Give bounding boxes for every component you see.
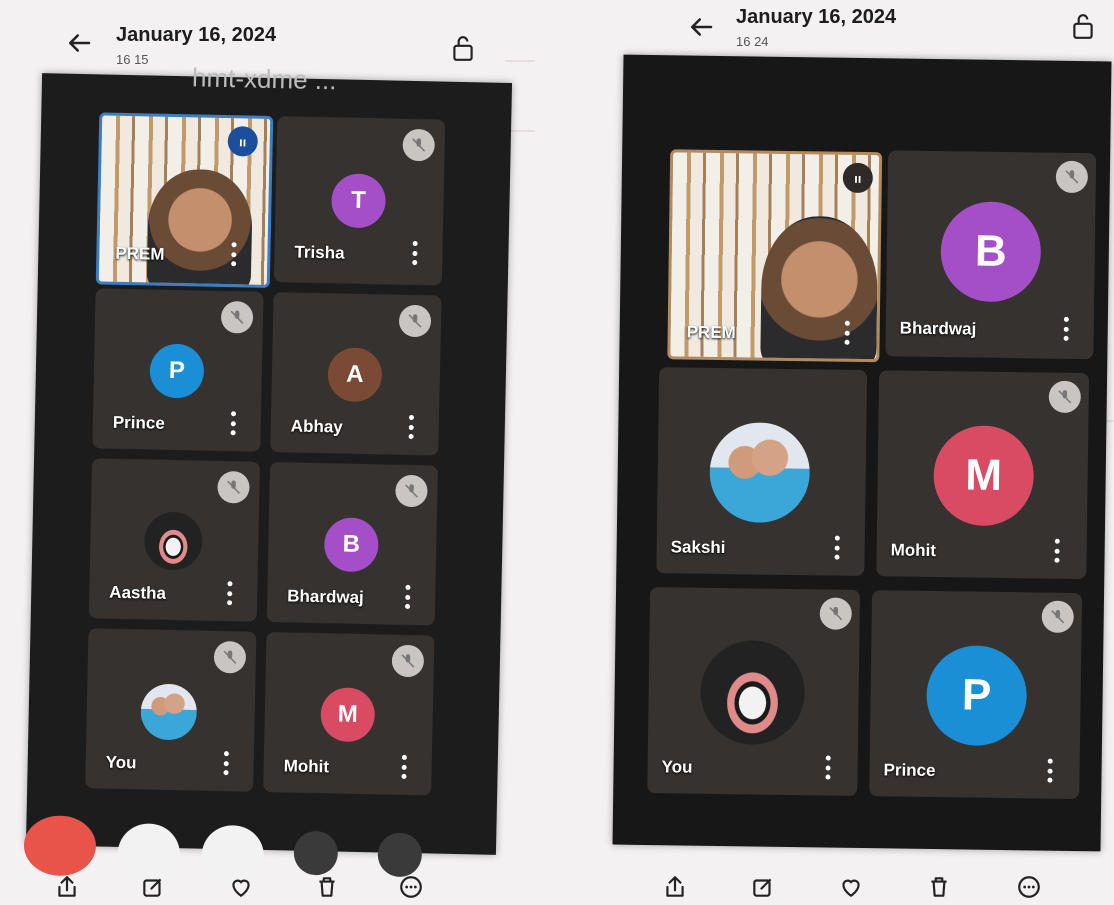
participant-tile[interactable]: P Prince bbox=[869, 590, 1083, 800]
participant-name: PREM bbox=[686, 322, 736, 343]
more-vert-icon[interactable] bbox=[1062, 316, 1070, 341]
participant-tile[interactable]: ıı PREM bbox=[667, 149, 883, 363]
participant-tile[interactable]: You bbox=[647, 587, 861, 796]
participant-name: You bbox=[105, 752, 137, 773]
participant-name: Bhardwaj bbox=[287, 586, 364, 608]
screenshot-panel-left: January 16, 2024 16 15 hmt-xdme ... ıı P… bbox=[0, 0, 540, 905]
participant-name: Prince bbox=[883, 760, 936, 781]
participant-tile[interactable]: Aastha bbox=[88, 458, 261, 622]
more-vert-icon[interactable] bbox=[1045, 758, 1053, 783]
participant-name: You bbox=[661, 757, 693, 777]
back-arrow-icon[interactable] bbox=[64, 28, 94, 58]
mic-off-icon bbox=[220, 300, 254, 334]
avatar: B bbox=[323, 517, 379, 573]
more-options-icon[interactable] bbox=[1016, 874, 1042, 900]
avatar: B bbox=[940, 201, 1042, 303]
avatar: M bbox=[933, 425, 1035, 527]
participant-tile[interactable]: B Bhardwaj bbox=[885, 150, 1097, 360]
more-vert-icon[interactable] bbox=[221, 751, 230, 776]
mic-off-icon bbox=[1055, 160, 1089, 194]
participant-tile[interactable]: A Abhay bbox=[270, 292, 442, 456]
edit-icon[interactable] bbox=[750, 874, 776, 900]
mic-off-icon bbox=[402, 128, 436, 162]
participant-tile[interactable]: ıı PREM bbox=[95, 112, 274, 288]
profile-photo bbox=[140, 683, 198, 741]
avatar: A bbox=[327, 347, 383, 403]
more-vert-icon[interactable] bbox=[407, 414, 416, 440]
participant-tile[interactable]: M Mohit bbox=[876, 370, 1090, 580]
more-vert-icon[interactable] bbox=[823, 755, 831, 780]
mic-off-icon bbox=[1048, 380, 1082, 414]
avatar: T bbox=[330, 173, 387, 229]
participant-name: Mohit bbox=[890, 540, 937, 561]
participant-name: Prince bbox=[112, 412, 166, 433]
participant-name: Trisha bbox=[294, 242, 345, 263]
emoji-avatar bbox=[143, 511, 203, 571]
share-icon[interactable] bbox=[54, 874, 80, 900]
more-vert-icon[interactable] bbox=[403, 584, 412, 609]
participant-tile[interactable]: P Prince bbox=[92, 288, 264, 452]
avatar: P bbox=[925, 644, 1028, 747]
emoji-avatar bbox=[699, 639, 806, 746]
more-vert-icon[interactable] bbox=[843, 320, 851, 345]
more-vert-icon[interactable] bbox=[833, 535, 841, 560]
participant-name: Abhay bbox=[290, 416, 343, 437]
participant-name: Aastha bbox=[109, 582, 167, 603]
participant-name: Mohit bbox=[283, 756, 330, 777]
mic-off-icon bbox=[213, 640, 247, 674]
edit-icon[interactable] bbox=[140, 874, 166, 900]
more-vert-icon[interactable] bbox=[225, 581, 234, 606]
participant-name: Bhardwaj bbox=[899, 318, 977, 339]
meet-screenshot: ıı PREM B Bhardwaj Sakshi M Mohit You P … bbox=[612, 54, 1112, 852]
back-arrow-icon[interactable] bbox=[686, 12, 716, 42]
participant-video bbox=[146, 168, 254, 288]
more-vert-icon[interactable] bbox=[229, 411, 238, 436]
meeting-title: hmt-xdme ... bbox=[191, 62, 337, 96]
participant-video bbox=[760, 215, 879, 363]
avatar: P bbox=[149, 343, 205, 399]
more-vert-icon[interactable] bbox=[399, 754, 408, 779]
mic-off-icon bbox=[395, 474, 428, 508]
delete-icon[interactable] bbox=[314, 874, 340, 900]
unlock-icon[interactable] bbox=[450, 34, 476, 62]
participant-name: PREM bbox=[115, 243, 165, 264]
participant-tile[interactable]: Sakshi bbox=[656, 367, 868, 577]
participant-name: Sakshi bbox=[670, 537, 726, 558]
participant-tile[interactable]: M Mohit bbox=[263, 631, 435, 796]
more-vert-icon[interactable] bbox=[1052, 538, 1060, 563]
profile-photo bbox=[709, 421, 811, 524]
photo-toolbar bbox=[0, 868, 540, 905]
heart-icon[interactable] bbox=[838, 874, 864, 900]
photo-time: 16 15 bbox=[116, 52, 149, 67]
delete-icon[interactable] bbox=[926, 874, 952, 900]
photo-header: January 16, 2024 16 15 bbox=[0, 0, 540, 70]
more-vert-icon[interactable] bbox=[410, 240, 419, 266]
photo-date: January 16, 2024 bbox=[116, 24, 277, 46]
photo-time: 16 24 bbox=[736, 34, 769, 49]
meet-screenshot: hmt-xdme ... ıı PREM T Trisha P Prince A bbox=[23, 62, 513, 886]
share-icon[interactable] bbox=[662, 874, 688, 900]
avatar: M bbox=[320, 687, 376, 743]
participant-tile[interactable]: B Bhardwaj bbox=[266, 462, 439, 626]
mic-off-icon bbox=[217, 470, 250, 504]
mic-off-icon bbox=[391, 644, 425, 678]
photo-date: January 16, 2024 bbox=[736, 6, 897, 28]
more-vert-icon[interactable] bbox=[229, 242, 238, 267]
screenshot-panel-right: January 16, 2024 16 24 ıı PREM B Bhardwa… bbox=[574, 0, 1114, 905]
mic-off-icon bbox=[1041, 600, 1074, 633]
mic-off-icon bbox=[398, 304, 432, 338]
heart-icon[interactable] bbox=[228, 874, 254, 900]
participant-tile[interactable]: You bbox=[85, 628, 257, 792]
photo-toolbar bbox=[574, 868, 1114, 905]
participant-tile[interactable]: T Trisha bbox=[273, 116, 446, 286]
unlock-icon[interactable] bbox=[1070, 12, 1096, 40]
more-options-icon[interactable] bbox=[398, 874, 424, 900]
mic-off-icon bbox=[819, 597, 852, 630]
